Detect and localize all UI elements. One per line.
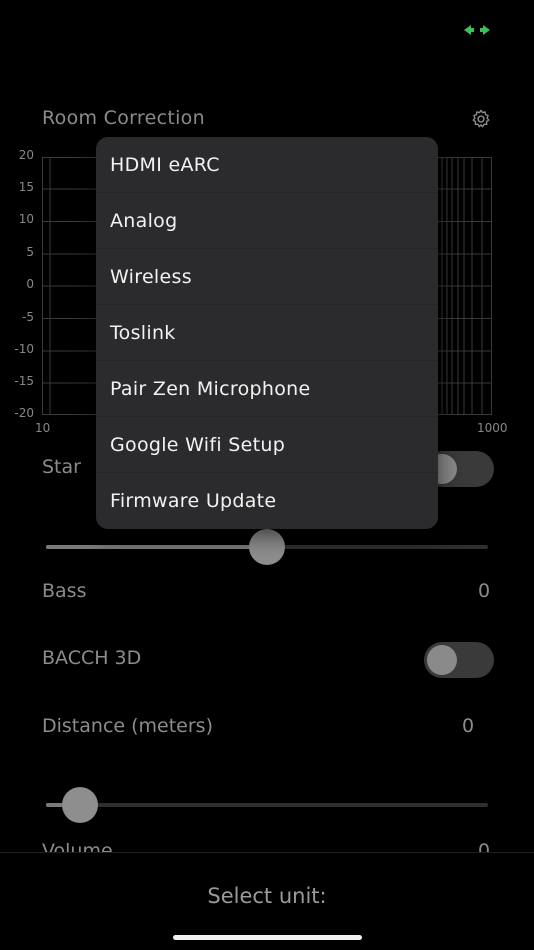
menu-item-google-wifi-setup[interactable]: Google Wifi Setup	[96, 417, 438, 473]
partial-row-label: Star	[42, 456, 81, 478]
toggle-knob	[427, 645, 457, 675]
y-tick-label: -20	[14, 406, 34, 420]
bass-label: Bass	[42, 580, 87, 602]
link-arrows-icon[interactable]	[461, 22, 493, 38]
y-tick-label: -10	[14, 342, 34, 356]
x-tick-label: 1000	[477, 421, 508, 435]
bass-value: 0	[478, 580, 491, 602]
slider-fill	[46, 545, 267, 549]
y-tick-label: 20	[18, 148, 34, 162]
distance-value: 0	[462, 715, 475, 737]
room-correction-title: Room Correction	[42, 107, 205, 129]
y-tick-label: 10	[18, 212, 34, 226]
menu-item-pair-zen-microphone[interactable]: Pair Zen Microphone	[96, 361, 438, 417]
distance-slider[interactable]	[46, 787, 488, 823]
screen: Room Correction 20 15 10 5 0 -5 -10 -15 …	[0, 0, 534, 950]
y-tick-label: 15	[18, 180, 34, 194]
top-slider[interactable]	[46, 529, 488, 565]
menu-item-firmware-update[interactable]: Firmware Update	[96, 473, 438, 529]
y-tick-label: -5	[22, 310, 34, 324]
menu-item-analog[interactable]: Analog	[96, 193, 438, 249]
bacch-3d-label: BACCH 3D	[42, 647, 142, 669]
input-source-menu: HDMI eARC Analog Wireless Toslink Pair Z…	[96, 137, 438, 529]
select-unit-button[interactable]: Select unit:	[0, 884, 534, 908]
bacch-3d-toggle[interactable]	[424, 642, 494, 678]
slider-thumb[interactable]	[249, 529, 285, 565]
y-tick-label: 5	[26, 245, 34, 259]
x-tick-label: 10	[35, 421, 51, 435]
menu-item-wireless[interactable]: Wireless	[96, 249, 438, 305]
menu-item-hdmi-earc[interactable]: HDMI eARC	[96, 137, 438, 193]
home-indicator[interactable]	[173, 935, 362, 940]
slider-thumb[interactable]	[62, 787, 99, 823]
menu-item-toslink[interactable]: Toslink	[96, 305, 438, 361]
gear-icon[interactable]	[470, 108, 492, 130]
y-tick-label: -15	[14, 374, 34, 388]
distance-label: Distance (meters)	[42, 715, 213, 737]
y-tick-label: 0	[26, 277, 34, 291]
